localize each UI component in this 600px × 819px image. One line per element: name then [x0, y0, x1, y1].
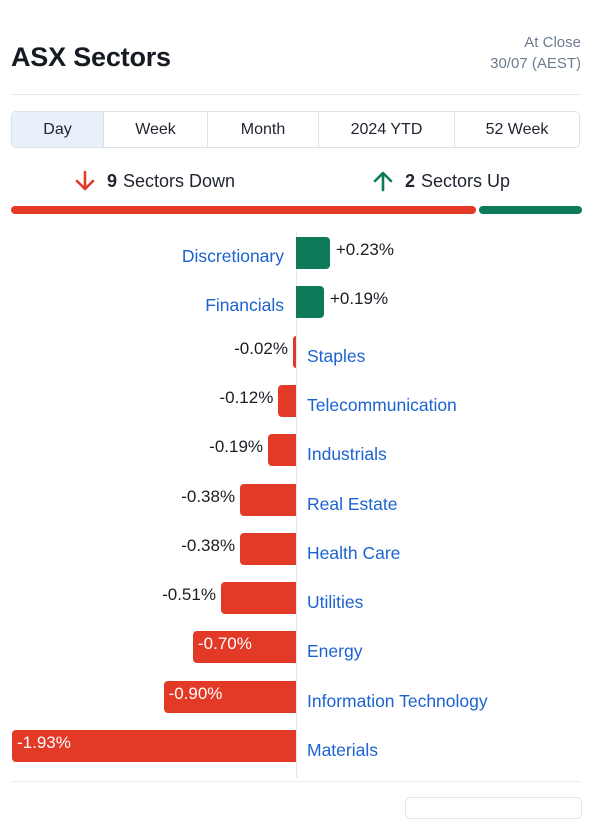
sectors-down-count: 9 [107, 170, 118, 191]
breadth-bar [11, 206, 582, 214]
period-tabs: Day Week Month 2024 YTD 52 Week [11, 111, 580, 148]
sectors-up-summary: 2 Sectors Up [373, 170, 510, 192]
sector-link[interactable]: Materials [307, 740, 378, 761]
bar-industrials [268, 434, 296, 467]
value-label: -0.12% [219, 387, 274, 407]
tab-2024-ytd[interactable]: 2024 YTD [319, 112, 455, 147]
header-divider [11, 94, 581, 95]
tab-week[interactable]: Week [104, 112, 208, 147]
market-status-date: 30/07 (AEST) [490, 55, 581, 72]
bar-discretionary [296, 237, 330, 269]
sectors-down-label: Sectors Down [123, 170, 236, 191]
value-label: -0.90% [168, 683, 223, 703]
sectors-down-summary: 9 Sectors Down [75, 170, 235, 192]
value-label: -0.51% [162, 585, 216, 605]
sector-chart: +0.23% Discretionary +0.19% Financials -0.02… [0, 228, 600, 780]
sector-link[interactable]: Staples [307, 346, 365, 367]
sector-link[interactable]: Real Estate [307, 494, 397, 515]
bar-financials [296, 286, 324, 319]
sectors-up-count: 2 [405, 170, 416, 191]
sector-link[interactable]: Industrials [307, 444, 387, 465]
sector-link[interactable]: Utilities [307, 592, 363, 613]
sectors-up-label: Sectors Up [421, 170, 511, 191]
tab-day[interactable]: Day [12, 112, 104, 147]
arrow-up-icon [373, 171, 393, 192]
sector-link[interactable]: Telecommunication [307, 395, 457, 416]
value-label: -0.02% [234, 338, 288, 358]
value-label: +0.19% [329, 289, 389, 309]
breadth-bar-up [478, 206, 582, 214]
sector-link[interactable]: Health Care [307, 543, 400, 564]
footer-divider [11, 781, 581, 782]
breadth-bar-down [11, 206, 476, 214]
bar-telecommunication [278, 384, 296, 417]
value-label: -0.38% [181, 486, 236, 506]
sector-link[interactable]: Energy [307, 641, 362, 662]
sector-link[interactable]: Information Technology [307, 691, 488, 712]
tab-52-week[interactable]: 52 Week [455, 112, 579, 147]
page-title: ASX Sectors [11, 42, 171, 72]
bar-real-estate [240, 483, 296, 516]
sector-link[interactable]: Financials [205, 295, 284, 316]
value-label: -0.19% [209, 437, 264, 457]
market-status: At Close 30/07 (AEST) [490, 32, 581, 74]
bar-health-care [240, 532, 296, 565]
value-label: -1.93% [17, 733, 71, 752]
bar-utilities [220, 582, 296, 615]
value-label: -0.70% [197, 634, 252, 654]
bar-staples [293, 335, 296, 368]
value-label: -0.38% [181, 535, 236, 555]
market-status-label: At Close [524, 34, 581, 51]
arrow-down-icon [75, 170, 95, 191]
value-label: +0.23% [335, 240, 394, 259]
more-button[interactable] [405, 797, 582, 819]
tab-month[interactable]: Month [208, 112, 319, 147]
sector-link[interactable]: Discretionary [182, 246, 284, 267]
